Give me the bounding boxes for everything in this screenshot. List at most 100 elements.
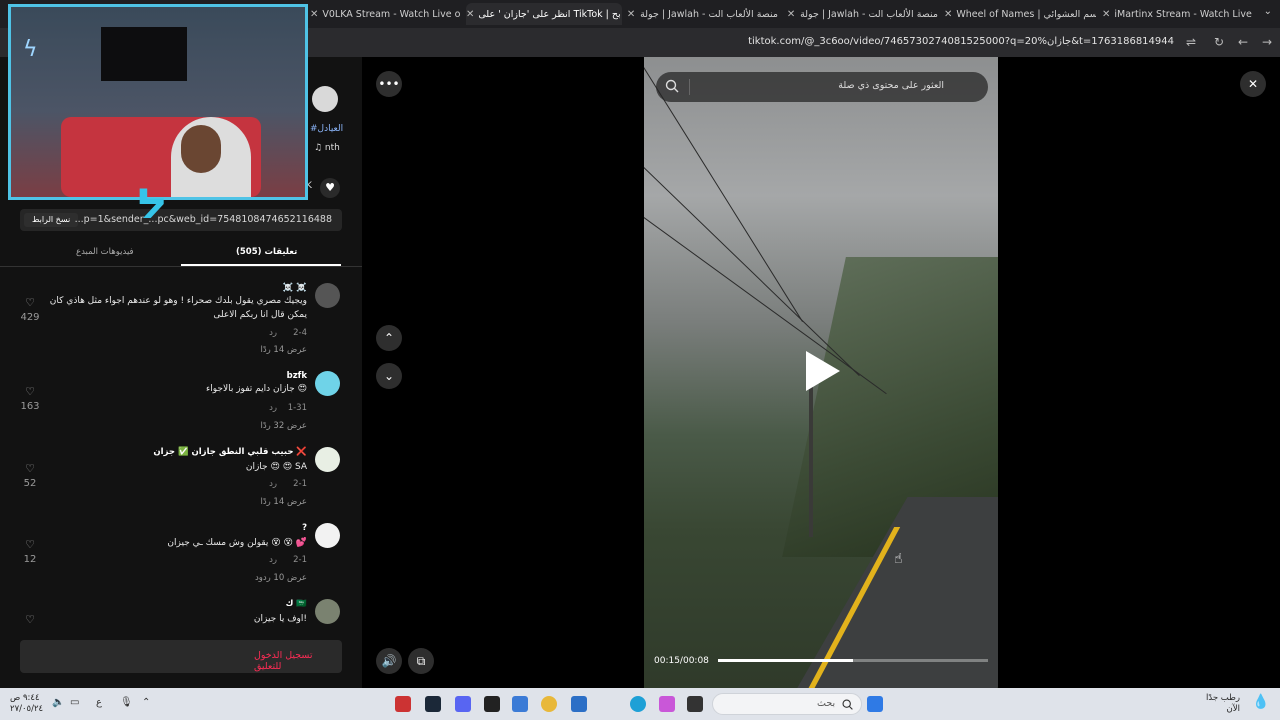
view-replies-button[interactable]: عرض 14 ردًا (260, 497, 307, 507)
reply-button[interactable]: رد (269, 555, 277, 565)
reload-icon[interactable]: ↻ (1214, 35, 1224, 49)
related-search-placeholder: العثور على محتوى ذي صلة (838, 80, 944, 91)
close-tab-icon[interactable]: ✕ (944, 9, 952, 20)
tab-comments[interactable]: (505) تعليقات (236, 247, 297, 257)
heart-outline-icon[interactable]: ♡ (22, 296, 38, 309)
weather-widget[interactable]: رطب جدًا الآن (1206, 693, 1240, 715)
input-language[interactable]: ع (96, 697, 102, 708)
app-icon-2[interactable] (512, 696, 528, 712)
related-search-bar[interactable]: العثور على محتوى ذي صلة (656, 72, 988, 102)
heart-outline-icon[interactable]: ♡ (22, 385, 38, 398)
comment-avatar[interactable] (315, 283, 340, 308)
comment-author[interactable]: bzfk (287, 371, 307, 381)
comment-author[interactable]: ☠️ ☠️ (283, 283, 307, 293)
search-divider (689, 79, 690, 95)
close-tab-icon[interactable]: ✕ (466, 9, 474, 20)
more-options-button[interactable]: ••• (376, 71, 402, 97)
close-tab-icon[interactable]: ✕ (310, 9, 318, 20)
site-settings-icon[interactable]: ⇌ (1186, 35, 1196, 49)
reply-button[interactable]: رد (269, 479, 277, 489)
comment-date: 1-31 (287, 403, 307, 413)
webcam-overlay: ϟ (8, 4, 308, 200)
login-to-comment-box[interactable]: تسجيل الدخول للتعليق (20, 640, 342, 673)
store-icon[interactable] (571, 696, 587, 712)
next-video-button[interactable]: ⌄ (376, 363, 402, 389)
edge-icon[interactable] (630, 696, 646, 712)
discord-icon[interactable] (455, 696, 471, 712)
tab-wheel-of-names[interactable]: ✕ Wheel of Names | الاسم العشوائي (944, 3, 1096, 25)
view-replies-button[interactable]: عرض 32 ردًا (260, 421, 307, 431)
reply-button[interactable]: رد (269, 328, 277, 338)
heart-icon: ♥ (325, 181, 335, 194)
comment-text: جازان 😍 😍 SA (245, 462, 307, 472)
chevron-down-icon: ⌄ (383, 369, 395, 383)
microphone-tray-icon[interactable]: 🎙 (120, 697, 133, 708)
close-tab-icon[interactable]: ✕ (626, 9, 636, 20)
comment-author[interactable]: ? (302, 523, 307, 533)
mouse-cursor-icon: ☝ (894, 551, 903, 567)
forward-icon[interactable]: → (1262, 35, 1272, 49)
tab-tiktok[interactable]: ✕ انظر على 'جازان ' على TikTok | بح (466, 3, 622, 25)
search-icon (842, 699, 853, 710)
url-field[interactable]: tiktok.com/@_3c6oo/video/746573027408152… (748, 36, 1174, 47)
video-player[interactable]: العثور على محتوى ذي صلة ☝ 00:15/00:08 (644, 57, 998, 688)
tab-jawlah-1[interactable]: ✕ جولة | Jawlah - منصة الألعاب الت (626, 3, 778, 25)
heart-outline-icon[interactable]: ♡ (22, 613, 38, 626)
tab-title: جولة | Jawlah - منصة الألعاب الت (800, 8, 938, 20)
play-icon[interactable] (806, 351, 840, 391)
comment-author[interactable]: حبيب قلبي النطق جازان ✅ جزان ❌ (153, 447, 307, 457)
volume-button[interactable]: 🔊 (376, 648, 402, 674)
hashtag-link[interactable]: #العيادل (310, 124, 343, 134)
comment-avatar[interactable] (315, 599, 340, 624)
taskbar-search[interactable]: بحث (712, 693, 862, 715)
author-avatar[interactable] (312, 86, 338, 112)
video-wire (644, 167, 860, 377)
like-button[interactable]: ♥ (320, 178, 340, 198)
comment-avatar[interactable] (315, 447, 340, 472)
display-tray-icon[interactable]: ▭ (70, 697, 79, 708)
chrome-icon[interactable] (541, 696, 557, 712)
heart-outline-icon[interactable]: ♡ (22, 462, 38, 475)
tab-jawlah-2[interactable]: ✕ جولة | Jawlah - منصة الألعاب الت (786, 3, 938, 25)
picture-in-picture-button[interactable]: ⧉ (408, 648, 434, 674)
close-video-button[interactable]: ✕ (1240, 71, 1266, 97)
comment-avatar[interactable] (315, 371, 340, 396)
comment-avatar[interactable] (315, 523, 340, 548)
share-link-row: نسخ الرابط ...p=1&sender_...pc&web_id=75… (20, 209, 342, 231)
tray-overflow-icon[interactable]: ⌃ (142, 697, 150, 708)
comment-date: 2-1 (293, 555, 307, 565)
more-icon: ••• (378, 77, 400, 91)
music-link[interactable]: ♫ nth (314, 143, 340, 153)
close-tab-icon[interactable]: ✕ (786, 9, 796, 20)
files-icon[interactable] (687, 696, 703, 712)
volume-tray-icon[interactable]: 🔈 (52, 697, 64, 708)
login-to-comment-link[interactable]: تسجيل الدخول للتعليق (254, 650, 342, 672)
back-icon[interactable]: ← (1238, 35, 1248, 49)
tab-list-chevron-icon[interactable]: ⌄ (1264, 6, 1272, 17)
app-icon-1[interactable] (395, 696, 411, 712)
view-replies-button[interactable]: عرض 10 ردود (255, 573, 307, 583)
heart-outline-icon[interactable]: ♡ (22, 538, 38, 551)
comment-text: اوف يا جيزان! (253, 614, 307, 624)
video-time: 00:15/00:08 (654, 656, 709, 666)
close-tab-icon[interactable]: ✕ (1102, 9, 1110, 20)
copilot-icon[interactable] (659, 696, 675, 712)
tab-title: جولة | Jawlah - منصة الألعاب الت (640, 8, 778, 20)
system-clock[interactable]: ٩:٤٤ ص ٢٧/٠٥/٢٤ (10, 693, 43, 715)
terminal-icon[interactable] (484, 696, 500, 712)
tab-imartinx[interactable]: ✕ iMartinx Stream - Watch Live on (1102, 3, 1252, 25)
video-progress-bar[interactable] (718, 659, 988, 662)
taskbar-search-placeholder: بحث (817, 698, 836, 709)
tab-v0lka[interactable]: ✕ V0LKA Stream - Watch Live on (310, 3, 460, 25)
steam-icon[interactable] (425, 696, 441, 712)
comment-author[interactable]: ك 🇸🇦 (286, 599, 307, 609)
comment-like-count: 52 (23, 478, 37, 489)
windows-start-icon[interactable] (867, 696, 883, 712)
view-replies-button[interactable]: عرض 14 ردًا (260, 345, 307, 355)
reply-button[interactable]: رد (269, 403, 277, 413)
tab-creator-videos[interactable]: فيديوهات المبدع (76, 247, 134, 257)
webcam-tv (101, 27, 187, 81)
panel-tabs: فيديوهات المبدع (505) تعليقات (0, 243, 362, 267)
previous-video-button[interactable]: ⌃ (376, 325, 402, 351)
copy-link-button[interactable]: نسخ الرابط (24, 213, 79, 227)
